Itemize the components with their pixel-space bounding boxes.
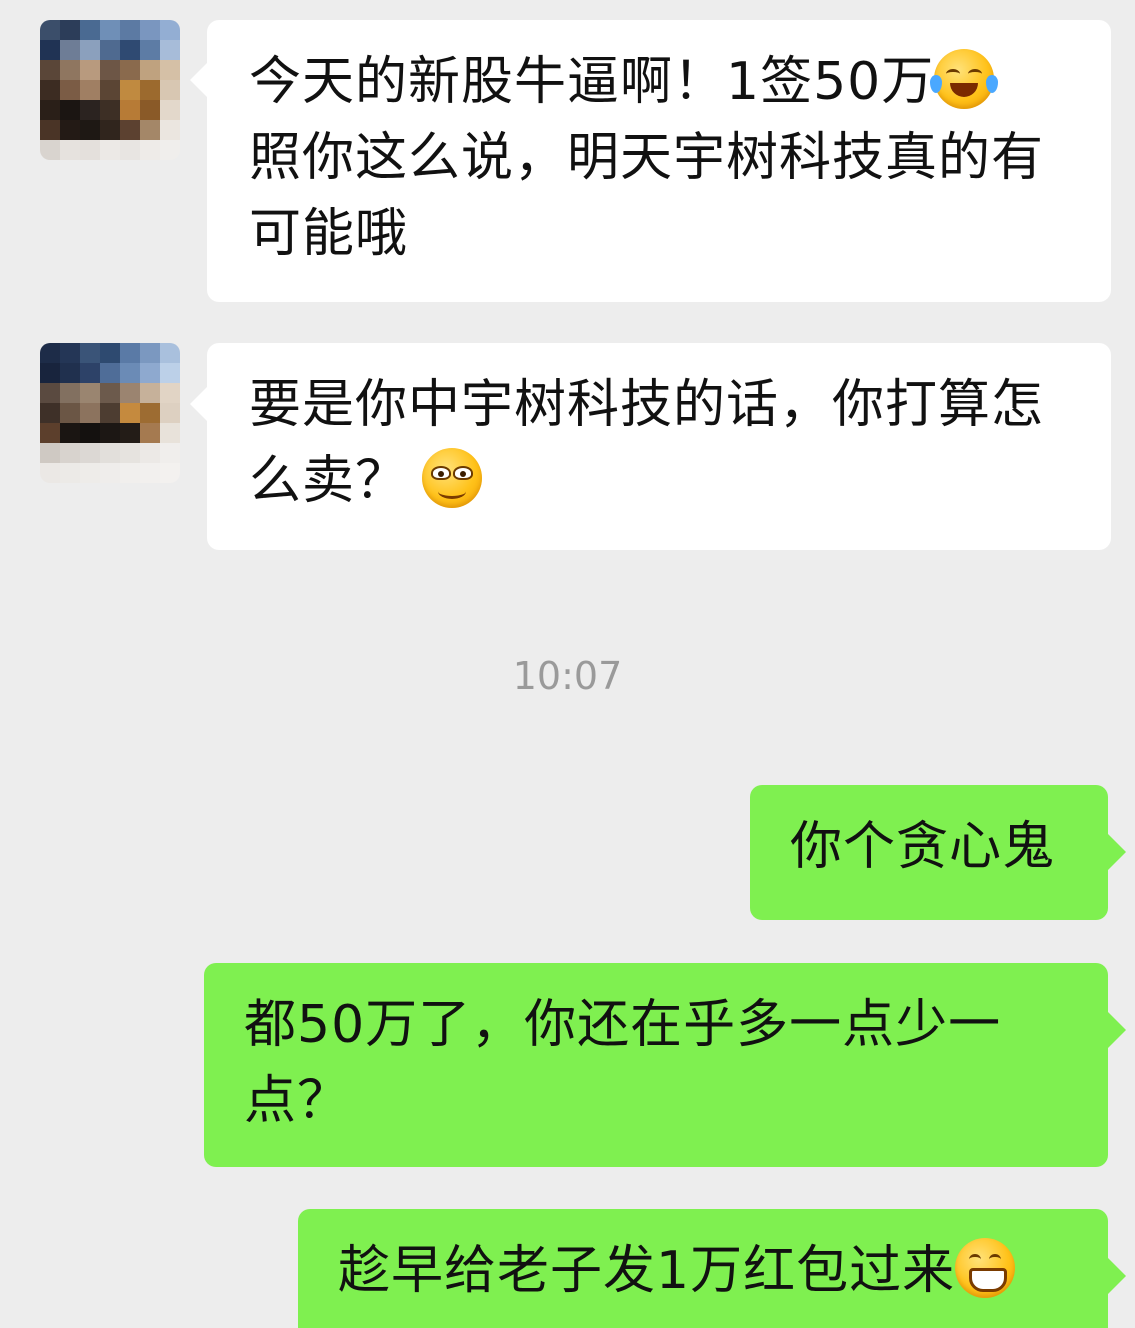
avatar[interactable] — [40, 343, 180, 483]
message-text: 你个贪心鬼 — [790, 817, 1056, 877]
message-text-line: 趁早给老子发1万红包过来 — [338, 1241, 956, 1301]
bubble-tail — [1108, 1012, 1126, 1048]
message-text: 都50万了，你还在乎多一点少一点？ — [244, 995, 1002, 1131]
message-text: 今天的新股牛逼啊！1签50万照你这么说，明天宇树科技真的有可能哦 — [249, 44, 1075, 272]
smirk-emoji — [422, 448, 483, 508]
message-bubble-incoming[interactable]: 要是你中宇树科技的话，你打算怎么卖？ — [207, 343, 1111, 550]
bubble-tail — [190, 62, 208, 98]
avatar[interactable] — [40, 20, 180, 160]
timestamp: 10:07 — [512, 654, 623, 698]
message-bubble-outgoing[interactable]: 你个贪心鬼 — [750, 785, 1108, 920]
bubble-tail — [190, 386, 208, 422]
message-bubble-outgoing[interactable]: 都50万了，你还在乎多一点少一点？ — [204, 963, 1108, 1167]
bubble-tail — [1108, 834, 1126, 870]
message-text-line: 今天的新股牛逼啊！1签50万 — [249, 52, 935, 112]
message-text: 要是你中宇树科技的话，你打算怎么卖？ — [249, 367, 1075, 519]
message-bubble-outgoing[interactable]: 趁早给老子发1万红包过来 — [298, 1209, 1108, 1328]
message-text-line: 要是你中宇树科技的话，你打算怎么卖？ — [249, 375, 1045, 511]
chat-view: 今天的新股牛逼啊！1签50万照你这么说，明天宇树科技真的有可能哦 要是你中宇树科… — [0, 0, 1135, 1328]
message-text: 趁早给老子发1万红包过来 — [338, 1233, 1072, 1309]
message-bubble-incoming[interactable]: 今天的新股牛逼啊！1签50万照你这么说，明天宇树科技真的有可能哦 — [207, 20, 1111, 302]
bubble-tail — [1108, 1258, 1126, 1294]
laugh-cry-emoji — [930, 49, 999, 109]
grin-emoji — [955, 1238, 1016, 1298]
message-text-line: 照你这么说，明天宇树科技真的有可能哦 — [249, 128, 1045, 264]
